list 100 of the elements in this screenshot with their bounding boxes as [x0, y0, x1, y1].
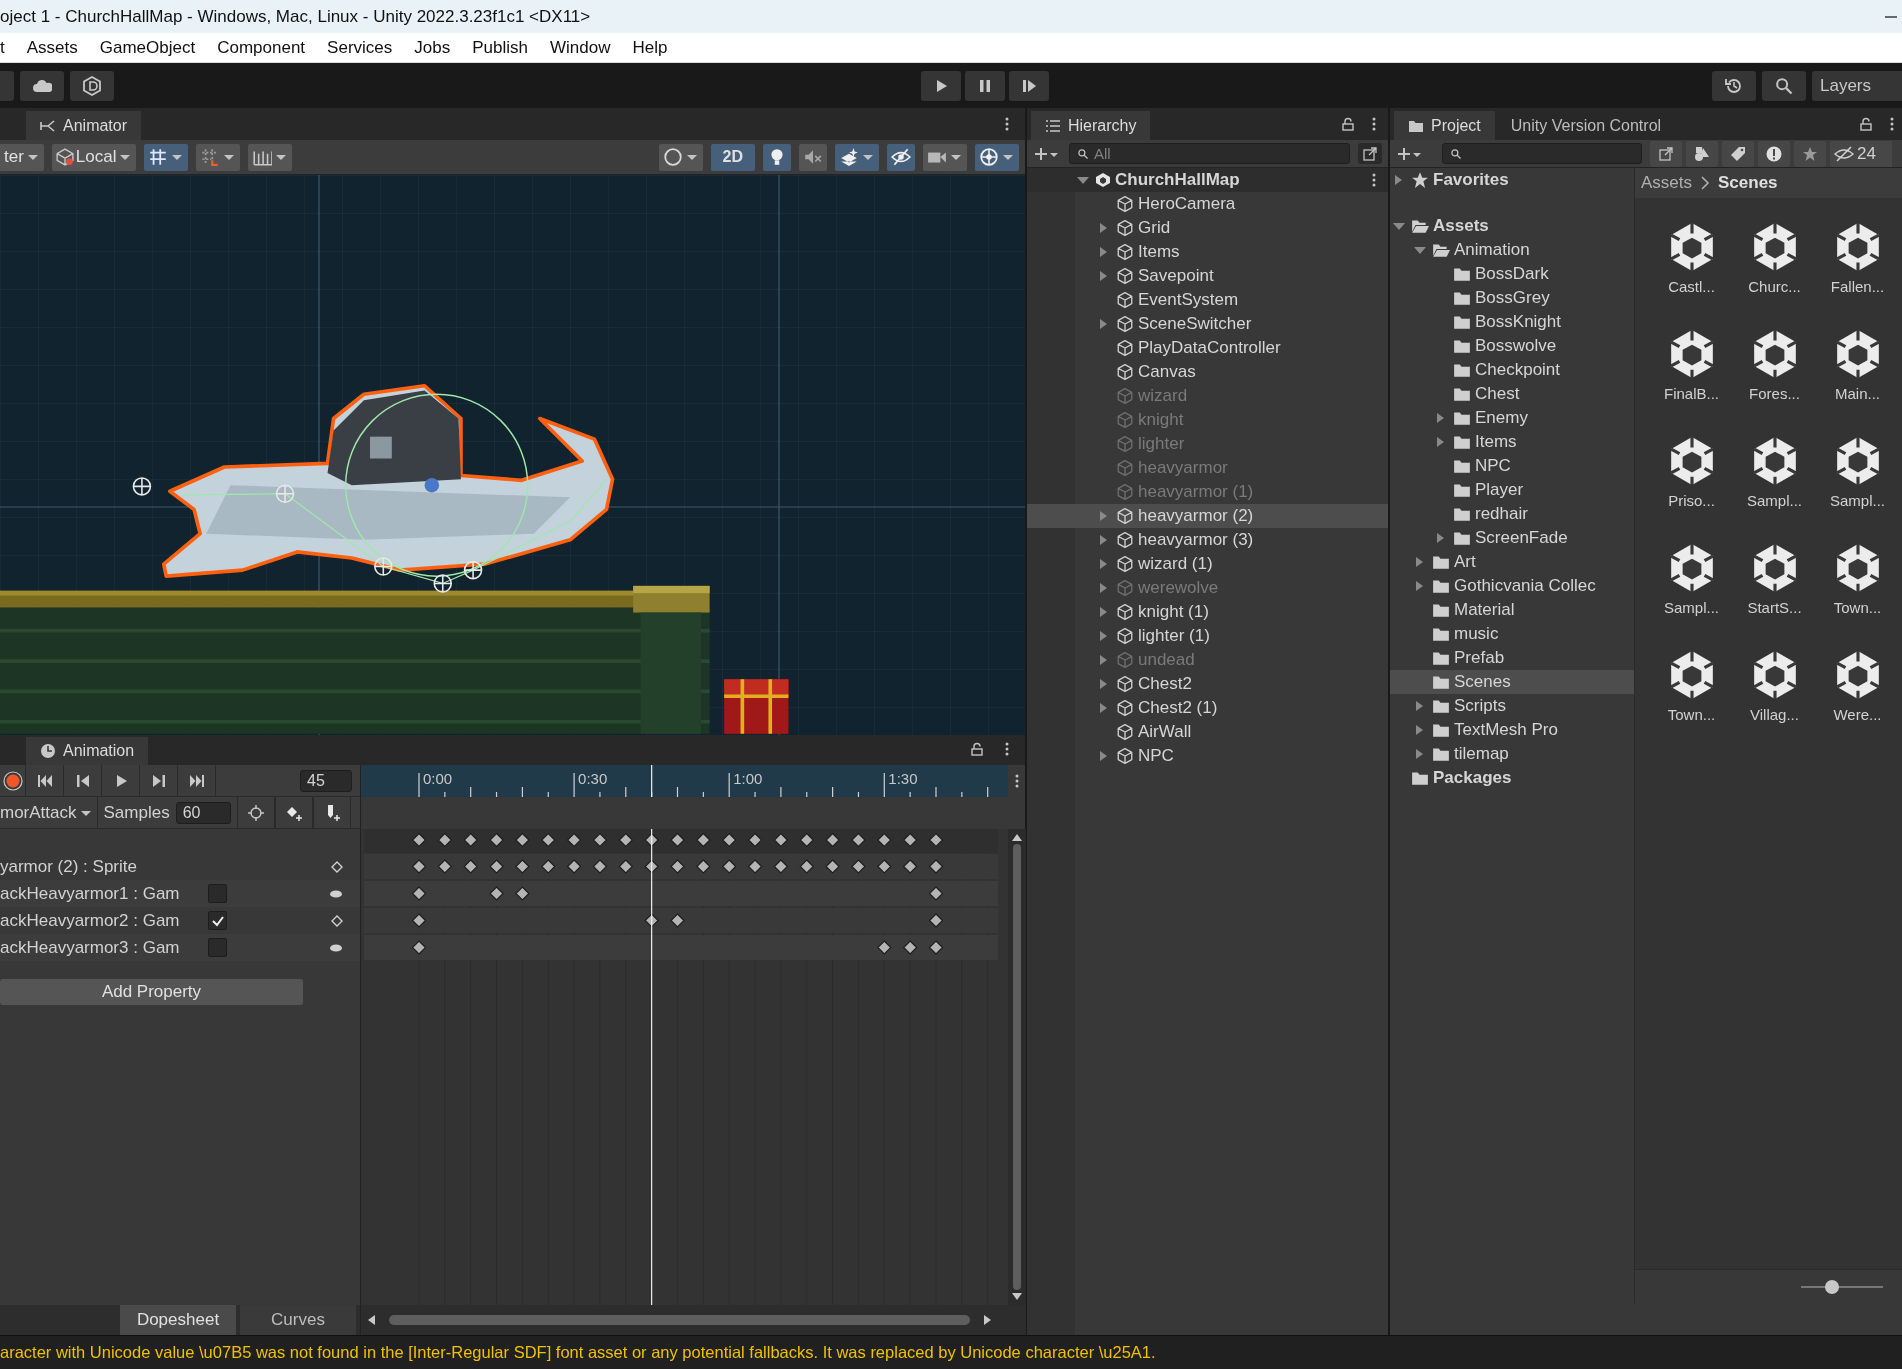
hierarchy-item[interactable]: Savepoint [1027, 264, 1388, 288]
hierarchy-item[interactable]: NPC [1027, 744, 1388, 768]
hidden-packages-button[interactable]: 24 [1830, 140, 1892, 167]
animator-tab[interactable]: Animator [26, 111, 142, 140]
shading-button[interactable] [658, 143, 703, 171]
hierarchy-item[interactable]: Chest2 (1) [1027, 696, 1388, 720]
animation-tab[interactable]: Animation [26, 737, 149, 765]
folder-item[interactable]: Material [1390, 598, 1634, 622]
folder-item[interactable]: Chest [1390, 382, 1634, 406]
scene-asset-tile[interactable]: Castl... [1650, 214, 1733, 321]
checkbox[interactable] [208, 938, 227, 957]
hierarchy-item[interactable]: PlayDataController [1027, 336, 1388, 360]
play-button[interactable] [921, 70, 961, 101]
project-tab[interactable]: Unity Version Control [1496, 111, 1676, 140]
scene-asset-tile[interactable]: Sampl... [1733, 428, 1816, 535]
scene-asset-tile[interactable]: Villag... [1733, 642, 1816, 749]
scene-asset-tile[interactable]: Fallen... [1816, 214, 1899, 321]
menu-item[interactable]: Component [206, 37, 317, 58]
camera-button[interactable] [923, 143, 967, 171]
hierarchy-item[interactable]: Chest2 [1027, 672, 1388, 696]
project-tab[interactable]: Project [1394, 111, 1495, 140]
lock-icon[interactable] [969, 741, 985, 757]
scene-asset-tile[interactable]: Were... [1816, 642, 1899, 749]
menu-item[interactable]: Window [538, 37, 622, 58]
popout-button[interactable] [1650, 140, 1682, 167]
menu-item[interactable]: Services [316, 37, 404, 58]
popout-button[interactable] [1358, 143, 1382, 164]
checkbox[interactable] [208, 884, 227, 903]
space-button[interactable]: Local [51, 143, 137, 171]
folder-item[interactable]: TextMesh Pro [1390, 718, 1634, 742]
keyframe-diamond-icon[interactable] [331, 860, 343, 873]
folder-item[interactable]: NPC [1390, 454, 1634, 478]
search-field[interactable]: All [1069, 143, 1350, 164]
mode-2d-button[interactable]: 2D [710, 143, 755, 171]
folder-item[interactable]: Assets [1390, 214, 1634, 238]
folder-item[interactable]: music [1390, 622, 1634, 646]
folder-item[interactable]: Scripts [1390, 694, 1634, 718]
menu-item[interactable]: Publish [461, 37, 539, 58]
scene-asset-tile[interactable]: Priso... [1650, 428, 1733, 535]
hierarchy-item[interactable]: SceneSwitcher [1027, 312, 1388, 336]
services-button[interactable] [70, 70, 114, 101]
warning-button[interactable] [1758, 140, 1790, 167]
menu-item[interactable]: GameObject [88, 37, 207, 58]
frame-field[interactable]: 45 [300, 769, 352, 792]
grid-ruler-button[interactable] [248, 143, 293, 171]
folder-item[interactable]: BossGrey [1390, 286, 1634, 310]
clip-dropdown[interactable]: morAttack [0, 797, 98, 828]
folder-item[interactable]: tilemap [1390, 742, 1634, 766]
add-property-button[interactable]: Add Property [0, 979, 303, 1005]
scene-asset-tile[interactable]: Churc... [1733, 214, 1816, 321]
folder-item[interactable]: Checkpoint [1390, 358, 1634, 382]
search-field[interactable] [1442, 143, 1642, 164]
folder-item[interactable]: Items [1390, 430, 1634, 454]
pause-button[interactable] [965, 70, 1005, 101]
slider-thumb[interactable] [1825, 1279, 1840, 1294]
hierarchy-tab[interactable]: Hierarchy [1031, 111, 1151, 140]
label-filter-button[interactable] [1722, 140, 1754, 167]
lock-icon[interactable] [1858, 116, 1874, 132]
scene-asset-tile[interactable]: Main... [1816, 321, 1899, 428]
effects-button[interactable] [835, 143, 879, 171]
hierarchy-item[interactable]: AirWall [1027, 720, 1388, 744]
hierarchy-item[interactable]: Canvas [1027, 360, 1388, 384]
visibility-button[interactable] [887, 143, 915, 171]
folder-item[interactable]: Bosswolve [1390, 334, 1634, 358]
menu-item[interactable]: Jobs [403, 37, 462, 58]
grid-snap-button[interactable] [144, 143, 189, 171]
folder-item[interactable]: Enemy [1390, 406, 1634, 430]
ellipse-icon[interactable] [329, 942, 343, 953]
menu-item[interactable]: t [0, 37, 16, 58]
hierarchy-item[interactable]: EventSystem [1027, 288, 1388, 312]
menu-item[interactable]: Assets [15, 37, 89, 58]
gizmos-button[interactable] [975, 143, 1019, 171]
type-filter-button[interactable] [1686, 140, 1718, 167]
folder-item[interactable]: Scenes [1390, 670, 1634, 694]
scene-asset-tile[interactable]: Fores... [1733, 321, 1816, 428]
favorites-item[interactable]: Favorites [1390, 168, 1634, 192]
folder-item[interactable]: ScreenFade [1390, 526, 1634, 550]
hierarchy-item[interactable]: knight (1) [1027, 600, 1388, 624]
audio-button[interactable] [799, 143, 827, 171]
horizontal-scrollbar[interactable] [360, 1305, 1026, 1335]
breadcrumb-link[interactable]: Assets [1641, 173, 1693, 193]
folder-item[interactable]: Gothicvania Collec [1390, 574, 1634, 598]
checkbox[interactable] [208, 911, 227, 930]
scene-asset-tile[interactable]: Town... [1650, 642, 1733, 749]
layers-dropdown[interactable]: Layers [1812, 70, 1902, 101]
folder-item[interactable]: Prefab [1390, 646, 1634, 670]
folder-item[interactable]: Player [1390, 478, 1634, 502]
search-button[interactable] [1762, 70, 1806, 101]
more-options-icon[interactable] [1015, 774, 1019, 788]
hierarchy-item[interactable]: Items [1027, 240, 1388, 264]
add-dropdown-icon[interactable] [1396, 145, 1424, 162]
folder-item[interactable]: Packages [1390, 766, 1634, 790]
pivot-button[interactable]: ter [0, 143, 44, 171]
vertical-scrollbar[interactable] [1008, 829, 1026, 1305]
view-tab[interactable]: Curves [240, 1305, 356, 1335]
hierarchy-item[interactable]: Grid [1027, 216, 1388, 240]
scene-asset-tile[interactable]: FinalB... [1650, 321, 1733, 428]
folder-item[interactable]: BossDark [1390, 262, 1634, 286]
lock-icon[interactable] [1340, 116, 1356, 132]
hierarchy-item[interactable]: lighter (1) [1027, 624, 1388, 648]
